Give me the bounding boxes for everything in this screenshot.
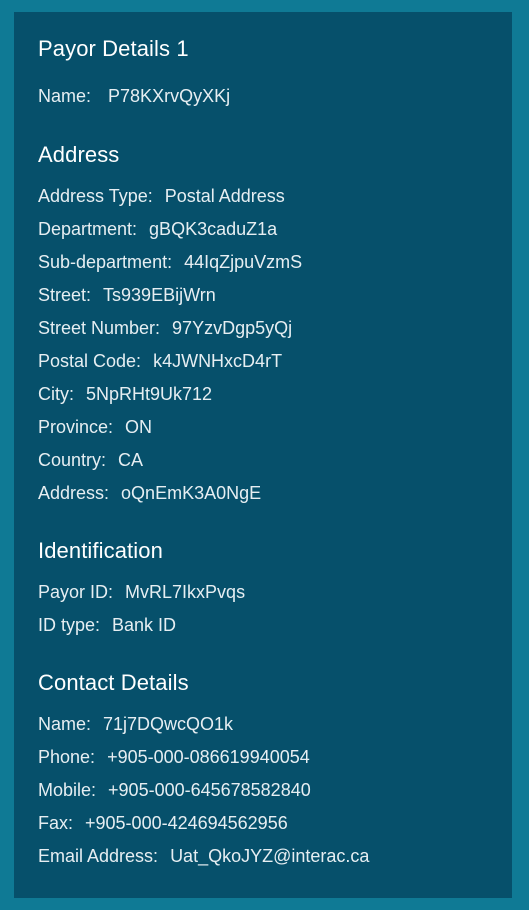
address-row: Department: gBQK3caduZ1a xyxy=(38,213,302,246)
city-value: 5NpRHt9Uk712 xyxy=(86,384,213,404)
identification-row: Payor ID: MvRL7IkxPvqs xyxy=(38,576,245,609)
email-label: Email Address: xyxy=(38,846,159,866)
sub-department-label: Sub-department: xyxy=(38,252,173,272)
department-label: Department: xyxy=(38,219,138,239)
address-title: Address xyxy=(38,142,120,167)
contact-row: Phone: +905-000-086619940054 xyxy=(38,741,369,774)
identification-title: Identification xyxy=(38,538,163,563)
street-number-value: 97YzvDgp5yQj xyxy=(172,318,293,338)
address-value: oQnEmK3A0NgE xyxy=(121,483,262,503)
phone-label: Phone: xyxy=(38,747,96,767)
contact-row: Mobile: +905-000-645678582840 xyxy=(38,774,369,807)
street-number-label: Street Number: xyxy=(38,318,161,338)
phone-value: +905-000-086619940054 xyxy=(107,747,310,767)
payor-details-panel: Payor Details 1 Name: P78KXrvQyXKj Addre… xyxy=(14,12,512,898)
street-label: Street: xyxy=(38,285,92,305)
page-frame: Payor Details 1 Name: P78KXrvQyXKj Addre… xyxy=(0,0,529,910)
contact-row: Email Address: Uat_QkoJYZ@interac.ca xyxy=(38,840,369,873)
address-type-value: Postal Address xyxy=(164,186,285,206)
payor-name-row: Name: P78KXrvQyXKj xyxy=(38,80,230,113)
mobile-value: +905-000-645678582840 xyxy=(108,780,311,800)
province-label: Province: xyxy=(38,417,114,437)
contact-name-value: 71j7DQwcQO1k xyxy=(103,714,234,734)
payor-id-label: Payor ID: xyxy=(38,582,114,602)
postal-code-value: k4JWNHxcD4rT xyxy=(153,351,283,371)
address-row: Address: oQnEmK3A0NgE xyxy=(38,477,302,510)
department-value: gBQK3caduZ1a xyxy=(149,219,278,239)
id-type-value: Bank ID xyxy=(112,615,177,635)
contact-row: Name: 71j7DQwcQO1k xyxy=(38,708,369,741)
address-section: Address Address Type: Postal Address Depa… xyxy=(38,140,302,510)
payor-id-value: MvRL7IkxPvqs xyxy=(125,582,246,602)
contact-details-section: Contact Details Name: 71j7DQwcQO1k Phone:… xyxy=(38,668,369,873)
address-row: Province: ON xyxy=(38,411,302,444)
payor-name-label: Name: xyxy=(38,86,92,106)
contact-details-title: Contact Details xyxy=(38,670,189,695)
address-row: City: 5NpRHt9Uk712 xyxy=(38,378,302,411)
address-row: Sub-department: 44IqZjpuVzmS xyxy=(38,246,302,279)
address-row: Address Type: Postal Address xyxy=(38,180,302,213)
contact-name-label: Name: xyxy=(38,714,92,734)
contact-row: Fax: +905-000-424694562956 xyxy=(38,807,369,840)
address-type-label: Address Type: xyxy=(38,186,153,206)
postal-code-label: Postal Code: xyxy=(38,351,142,371)
street-value: Ts939EBijWrn xyxy=(103,285,216,305)
city-label: City: xyxy=(38,384,74,404)
province-value: ON xyxy=(125,417,153,437)
country-value: CA xyxy=(118,450,144,470)
identification-section: Identification Payor ID: MvRL7IkxPvqs ID … xyxy=(38,536,245,642)
id-type-label: ID type: xyxy=(38,615,101,635)
identification-row: ID type: Bank ID xyxy=(38,609,245,642)
sub-department-value: 44IqZjpuVzmS xyxy=(184,252,303,272)
email-value: Uat_QkoJYZ@interac.ca xyxy=(170,846,370,866)
address-row: Street Number: 97YzvDgp5yQj xyxy=(38,312,302,345)
fax-label: Fax: xyxy=(38,813,74,833)
address-row: Postal Code: k4JWNHxcD4rT xyxy=(38,345,302,378)
address-row: Street: Ts939EBijWrn xyxy=(38,279,302,312)
address-row: Country: CA xyxy=(38,444,302,477)
address-label: Address: xyxy=(38,483,110,503)
fax-value: +905-000-424694562956 xyxy=(85,813,288,833)
mobile-label: Mobile: xyxy=(38,780,97,800)
country-label: Country: xyxy=(38,450,107,470)
payor-name-value: P78KXrvQyXKj xyxy=(108,86,231,106)
payor-details-title: Payor Details 1 xyxy=(38,36,189,61)
